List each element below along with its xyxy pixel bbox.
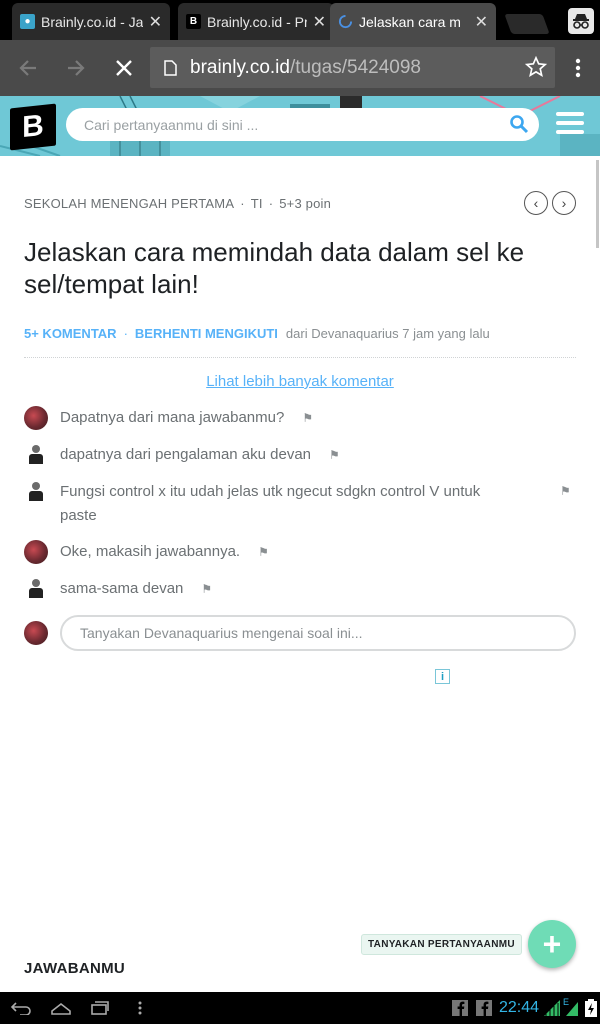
site-header: B Cari pertanyaanmu di sini ...: [0, 96, 600, 156]
avatar[interactable]: [24, 577, 48, 601]
facebook-notification-icon: [476, 992, 492, 1024]
signal-icon: [566, 992, 578, 1024]
plus-icon: +: [542, 925, 562, 962]
close-tab-icon[interactable]: ✕: [475, 12, 488, 32]
comment-placeholder: Tanyakan Devanaquarius mengenai soal ini…: [80, 625, 363, 641]
subject[interactable]: TI: [251, 196, 263, 211]
status-clock: 22:44: [499, 999, 540, 1016]
add-question-button[interactable]: +: [528, 920, 576, 968]
comment-input[interactable]: Tanyakan Devanaquarius mengenai soal ini…: [60, 615, 576, 651]
ask-question-label[interactable]: TANYAKAN PERTANYAANMU: [361, 934, 522, 955]
previous-question-icon[interactable]: ‹: [524, 191, 548, 215]
facebook-notification-icon: [452, 992, 468, 1024]
flag-icon[interactable]: ⚑: [201, 577, 212, 601]
comment-item: Dapatnya dari mana jawabanmu? ⚑: [24, 406, 313, 430]
loading-spinner-icon: [338, 14, 353, 29]
browser-tab-3[interactable]: Jelaskan cara m ✕: [330, 3, 496, 40]
comment-text: dapatnya dari pengalaman aku devan: [60, 446, 312, 463]
url-text: brainly.co.id/tugas/5424098: [190, 57, 421, 79]
search-icon[interactable]: [509, 114, 529, 137]
address-bar[interactable]: brainly.co.id/tugas/5424098: [150, 47, 555, 88]
stop-loading-icon[interactable]: [104, 40, 144, 96]
question-actions: 5+ KOMENTAR · BERHENTI MENGIKUTI dari De…: [24, 326, 490, 341]
comment-text: Oke, makasih jawabannya.: [60, 543, 241, 560]
unfollow-link[interactable]: BERHENTI MENGIKUTI: [135, 326, 278, 341]
avatar[interactable]: [24, 480, 48, 504]
signal-icon: [544, 992, 560, 1024]
incognito-icon[interactable]: [568, 8, 594, 34]
avatar[interactable]: [24, 406, 48, 430]
school-level[interactable]: SEKOLAH MENENGAH PERTAMA: [24, 196, 234, 211]
question-title: Jelaskan cara memindah data dalam sel ke…: [24, 237, 525, 299]
search-placeholder: Cari pertanyaanmu di sini ...: [84, 116, 259, 133]
star-icon[interactable]: [524, 55, 548, 83]
avatar: [24, 621, 48, 645]
flag-icon[interactable]: ⚑: [258, 540, 269, 564]
browser-tabstrip: ● Brainly.co.id - Ja ✕ B Brainly.co.id -…: [0, 0, 600, 40]
page-icon: [150, 59, 190, 76]
url-path: /tugas/5424098: [289, 56, 421, 78]
question-meta: SEKOLAH MENENGAH PERTAMA · TI · 5+3 poin: [24, 196, 332, 211]
recents-nav-icon[interactable]: [90, 992, 110, 1024]
home-nav-icon[interactable]: [50, 992, 72, 1024]
tab-title: Brainly.co.id - Ja: [41, 13, 143, 30]
forward-arrow-icon[interactable]: [56, 40, 96, 96]
comment-text: sama-sama devan: [60, 580, 184, 597]
hamburger-menu-icon[interactable]: [556, 112, 584, 139]
flag-icon[interactable]: ⚑: [560, 484, 571, 498]
comment-reply: Tanyakan Devanaquarius mengenai soal ini…: [24, 615, 576, 651]
divider: [24, 357, 576, 358]
avatar[interactable]: [24, 540, 48, 564]
tab-title: Jelaskan cara m: [359, 13, 461, 30]
new-tab-button[interactable]: [504, 14, 550, 34]
browser-toolbar: brainly.co.id/tugas/5424098: [0, 40, 600, 96]
next-question-icon[interactable]: ›: [552, 191, 576, 215]
back-arrow-icon[interactable]: [8, 40, 48, 96]
scrollbar[interactable]: [596, 160, 599, 248]
brainly-favicon-icon: B: [186, 14, 201, 29]
menu-dots-icon[interactable]: [558, 40, 598, 96]
comment-item: sama-sama devan ⚑: [24, 577, 212, 601]
battery-icon: [585, 992, 597, 1024]
comment-item: Oke, makasih jawabannya. ⚑: [24, 540, 269, 564]
close-tab-icon[interactable]: ✕: [149, 12, 162, 32]
overflow-menu-icon[interactable]: [138, 992, 142, 1024]
avatar[interactable]: [24, 443, 48, 467]
more-comments-link[interactable]: Lihat lebih banyak komentar: [0, 373, 600, 390]
answers-heading: JAWABANMU: [24, 960, 126, 977]
back-nav-icon[interactable]: [10, 992, 32, 1024]
question-nav: ‹ ›: [524, 191, 576, 215]
author-line: dari Devanaquarius 7 jam yang lalu: [285, 326, 490, 341]
system-navigation-bar: 22:44 E: [0, 992, 600, 1024]
url-domain: brainly.co.id: [190, 56, 290, 78]
comment-text: Fungsi control x itu udah jelas utk ngec…: [60, 483, 481, 524]
logo-letter: B: [22, 108, 44, 145]
search-input[interactable]: Cari pertanyaanmu di sini ...: [66, 108, 539, 141]
comments-count-link[interactable]: 5+ KOMENTAR: [24, 326, 117, 341]
flag-icon[interactable]: ⚑: [329, 443, 340, 467]
tab-title: Brainly.co.id - Pr: [207, 13, 307, 30]
brainly-favicon-icon: ●: [20, 14, 35, 29]
points: 5+3 poin: [279, 196, 332, 211]
browser-tab-1[interactable]: ● Brainly.co.id - Ja ✕: [12, 3, 170, 40]
comment-text: Dapatnya dari mana jawabanmu?: [60, 409, 285, 426]
brainly-logo[interactable]: B: [10, 103, 56, 151]
browser-tab-2[interactable]: B Brainly.co.id - Pr ✕: [178, 3, 334, 40]
comment-item: dapatnya dari pengalaman aku devan ⚑: [24, 443, 340, 467]
ad-info-icon[interactable]: i: [435, 669, 450, 684]
flag-icon[interactable]: ⚑: [302, 406, 313, 430]
comment-item: Fungsi control x itu udah jelas utk ngec…: [24, 480, 571, 528]
close-tab-icon[interactable]: ✕: [313, 12, 326, 32]
